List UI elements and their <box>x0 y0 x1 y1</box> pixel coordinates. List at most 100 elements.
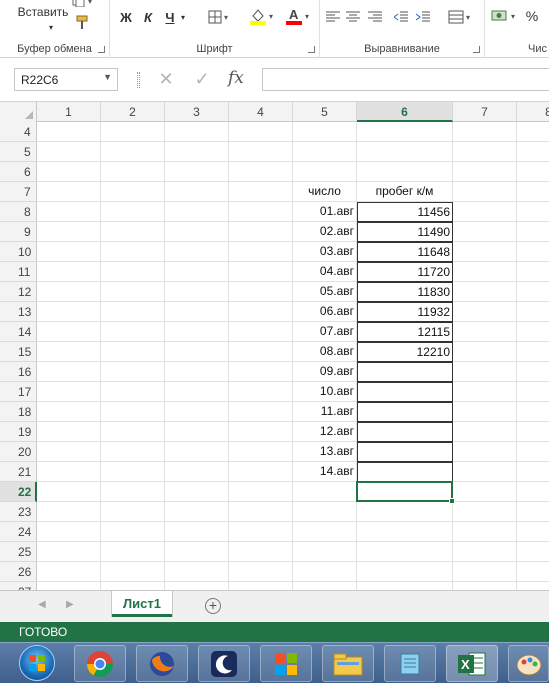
cell-r21c3[interactable] <box>165 462 229 482</box>
cell-r7c2[interactable] <box>101 182 165 202</box>
row-header-5[interactable]: 5 <box>0 142 37 162</box>
number-format-button[interactable]: ▾ <box>489 6 517 26</box>
cell-r7c1[interactable] <box>37 182 101 202</box>
cell-r21c2[interactable] <box>101 462 165 482</box>
cell-r20c3[interactable] <box>165 442 229 462</box>
align-left-icon[interactable] <box>324 8 342 26</box>
cell-r11c8[interactable] <box>517 262 549 282</box>
mileage-cell[interactable]: 12210 <box>357 342 453 362</box>
cell-r15c7[interactable] <box>453 342 517 362</box>
cell-r27c4[interactable] <box>229 582 293 590</box>
date-cell[interactable]: 14.авг <box>293 462 357 482</box>
cell-r4c1[interactable] <box>37 122 101 142</box>
cell-r17c2[interactable] <box>101 382 165 402</box>
cell-r24c6[interactable] <box>357 522 453 542</box>
cell-r20c1[interactable] <box>37 442 101 462</box>
cell-r22c2[interactable] <box>101 482 165 502</box>
cell-r17c7[interactable] <box>453 382 517 402</box>
cell-r25c2[interactable] <box>101 542 165 562</box>
cell-r17c4[interactable] <box>229 382 293 402</box>
cell-r19c2[interactable] <box>101 422 165 442</box>
cell-r23c5[interactable] <box>293 502 357 522</box>
date-cell[interactable]: 12.авг <box>293 422 357 442</box>
date-cell[interactable]: 02.авг <box>293 222 357 242</box>
cell-r5c7[interactable] <box>453 142 517 162</box>
cell-r11c4[interactable] <box>229 262 293 282</box>
row-header-9[interactable]: 9 <box>0 222 37 242</box>
cell-r22c7[interactable] <box>453 482 517 502</box>
row-header-24[interactable]: 24 <box>0 522 37 542</box>
align-center-icon[interactable] <box>344 8 362 26</box>
cell-r6c2[interactable] <box>101 162 165 182</box>
cell-r27c5[interactable] <box>293 582 357 590</box>
cell-r14c4[interactable] <box>229 322 293 342</box>
cell-r14c7[interactable] <box>453 322 517 342</box>
mileage-cell[interactable]: 12115 <box>357 322 453 342</box>
cell-r5c1[interactable] <box>37 142 101 162</box>
windows-media-icon[interactable] <box>260 645 312 682</box>
row-header-17[interactable]: 17 <box>0 382 37 402</box>
bold-button[interactable]: Ж <box>118 8 134 26</box>
cell-r18c2[interactable] <box>101 402 165 422</box>
cell-r26c2[interactable] <box>101 562 165 582</box>
cell-r17c1[interactable] <box>37 382 101 402</box>
add-sheet-icon[interactable]: + <box>205 598 221 614</box>
name-box-dropdown-icon[interactable]: ▼ <box>103 72 112 82</box>
column-header-4[interactable]: 4 <box>229 102 293 122</box>
cell-r22c3[interactable] <box>165 482 229 502</box>
header-cell-date[interactable]: число <box>293 182 357 202</box>
cell-r8c2[interactable] <box>101 202 165 222</box>
row-header-18[interactable]: 18 <box>0 402 37 422</box>
cell-r6c4[interactable] <box>229 162 293 182</box>
underline-dropdown-icon[interactable]: ▾ <box>178 8 188 26</box>
row-header-19[interactable]: 19 <box>0 422 37 442</box>
cell-r6c1[interactable] <box>37 162 101 182</box>
cell-r21c4[interactable] <box>229 462 293 482</box>
row-header-21[interactable]: 21 <box>0 462 37 482</box>
cell-r16c3[interactable] <box>165 362 229 382</box>
mileage-cell[interactable] <box>357 382 453 402</box>
cell-r10c1[interactable] <box>37 242 101 262</box>
scroll-tabs-left-icon[interactable]: ◀ <box>38 599 46 610</box>
cell-r23c4[interactable] <box>229 502 293 522</box>
row-header-7[interactable]: 7 <box>0 182 37 202</box>
cell-r8c4[interactable] <box>229 202 293 222</box>
mileage-cell[interactable] <box>357 422 453 442</box>
cell-r23c6[interactable] <box>357 502 453 522</box>
cell-r19c8[interactable] <box>517 422 549 442</box>
excel-icon[interactable]: X <box>446 645 498 682</box>
cell-r4c7[interactable] <box>453 122 517 142</box>
cell-r8c3[interactable] <box>165 202 229 222</box>
cell-r16c1[interactable] <box>37 362 101 382</box>
font-launcher-icon[interactable] <box>308 46 315 53</box>
decrease-indent-icon[interactable] <box>392 8 410 26</box>
cell-r24c7[interactable] <box>453 522 517 542</box>
cell-r16c8[interactable] <box>517 362 549 382</box>
cell-r14c8[interactable] <box>517 322 549 342</box>
enter-icon[interactable]: ✓ <box>190 68 214 91</box>
cell-r6c5[interactable] <box>293 162 357 182</box>
cell-r20c4[interactable] <box>229 442 293 462</box>
cell-r25c4[interactable] <box>229 542 293 562</box>
date-cell[interactable]: 04.авг <box>293 262 357 282</box>
cell-r14c3[interactable] <box>165 322 229 342</box>
column-header-3[interactable]: 3 <box>165 102 229 122</box>
scroll-tabs-right-icon[interactable]: ▶ <box>66 599 74 610</box>
date-cell[interactable]: 08.авг <box>293 342 357 362</box>
cell-r12c3[interactable] <box>165 282 229 302</box>
cell-r26c1[interactable] <box>37 562 101 582</box>
cell-r8c1[interactable] <box>37 202 101 222</box>
cell-r24c2[interactable] <box>101 522 165 542</box>
row-header-4[interactable]: 4 <box>0 122 37 142</box>
cell-r22c8[interactable] <box>517 482 549 502</box>
cell-r4c8[interactable] <box>517 122 549 142</box>
moon-app-icon[interactable] <box>198 645 250 682</box>
cell-r9c4[interactable] <box>229 222 293 242</box>
row-header-12[interactable]: 12 <box>0 282 37 302</box>
cell-r8c8[interactable] <box>517 202 549 222</box>
row-header-27[interactable]: 27 <box>0 582 37 590</box>
cell-r9c1[interactable] <box>37 222 101 242</box>
row-header-26[interactable]: 26 <box>0 562 37 582</box>
cell-r5c3[interactable] <box>165 142 229 162</box>
row-header-16[interactable]: 16 <box>0 362 37 382</box>
